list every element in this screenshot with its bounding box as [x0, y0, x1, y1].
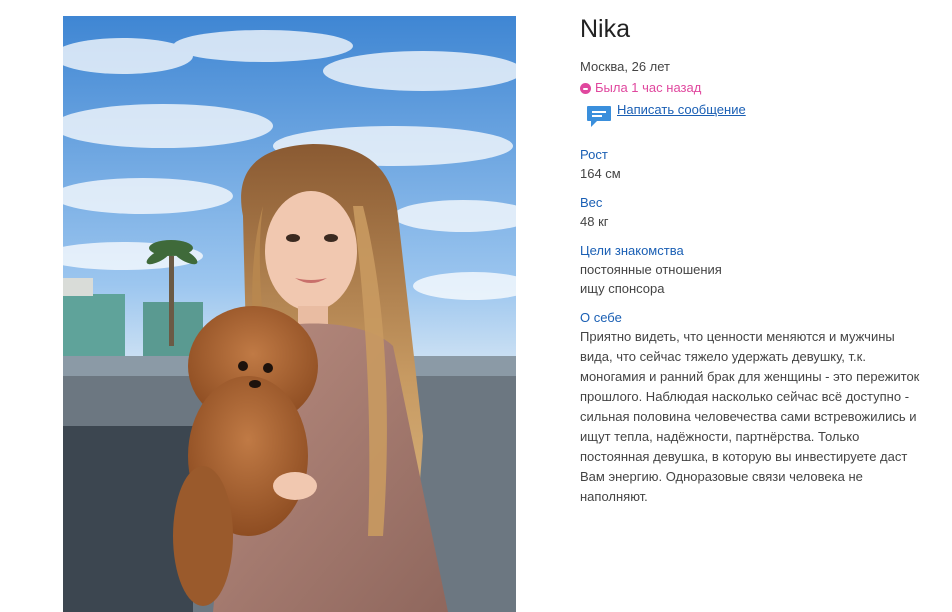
chat-bubble-icon[interactable] — [586, 103, 612, 129]
field-goals-label: Цели знакомства — [580, 243, 684, 258]
field-weight-label: Вес — [580, 195, 603, 210]
online-status: Была 1 час назад — [580, 79, 945, 97]
field-about: О себе Приятно видеть, что ценности меня… — [580, 309, 945, 507]
field-goals-value-2: ищу спонсора — [580, 281, 665, 296]
profile-photo[interactable] — [63, 16, 516, 612]
field-height: Рост 164 см — [580, 146, 945, 183]
field-goals-value-1: постоянные отношения — [580, 262, 722, 277]
field-about-label: О себе — [580, 310, 622, 325]
field-about-text: Приятно видеть, что ценности меняются и … — [580, 329, 920, 504]
profile-page: Nika Москва, 26 лет Была 1 час назад Нап… — [0, 0, 952, 612]
send-message-link[interactable]: Написать сообщение — [617, 101, 746, 119]
send-message-row[interactable]: Написать сообщение — [586, 101, 945, 135]
field-height-value: 164 см — [580, 166, 621, 181]
field-weight: Вес 48 кг — [580, 194, 945, 231]
online-status-text: Была 1 час назад — [595, 80, 702, 95]
profile-name: Nika — [580, 15, 631, 43]
status-dot-icon — [580, 82, 591, 94]
city-age: Москва, 26 лет — [580, 59, 671, 74]
field-height-label: Рост — [580, 147, 608, 162]
field-weight-value: 48 кг — [580, 214, 609, 229]
field-goals: Цели знакомства постоянные отношения ищу… — [580, 242, 945, 298]
profile-info: Nika Москва, 26 лет Была 1 час назад Нап… — [580, 14, 945, 507]
